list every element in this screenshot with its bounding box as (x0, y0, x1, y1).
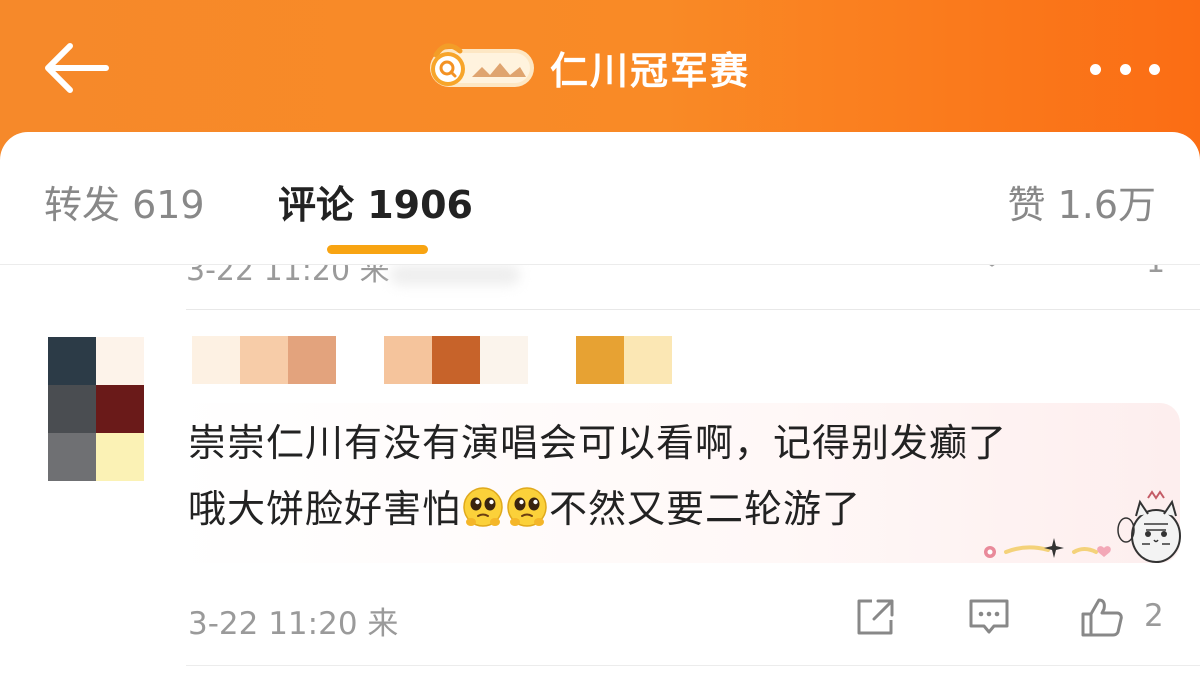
username-pixel (288, 336, 336, 384)
comment-footer: 3-22 11:20 来 2 (0, 590, 1200, 646)
previous-comment-meta: 3-22 11:20 来 (186, 265, 390, 289)
more-dots-icon (1149, 63, 1160, 75)
username-pixel (240, 336, 288, 384)
tab-repost[interactable]: 转发 619 (44, 174, 205, 229)
username-pixel (624, 336, 672, 384)
avatar-pixel (96, 337, 144, 385)
avatar[interactable] (48, 337, 144, 481)
avatar-pixel (48, 385, 96, 433)
avatar-pixel (96, 385, 144, 433)
previous-comment-time: 3-22 11:20 (186, 265, 351, 288)
username-pixel (384, 336, 432, 384)
page-title-group[interactable]: 仁川冠军赛 (426, 38, 750, 96)
comment-icon[interactable] (970, 265, 1014, 283)
avatar-pixel (48, 337, 96, 385)
username-pixel (192, 336, 240, 384)
more-dots-icon (1090, 63, 1101, 75)
pleading-face-icon (507, 487, 547, 527)
tab-bar: 转发 619 评论 1906 赞 1.6万 (0, 132, 1200, 265)
active-tab-indicator (327, 245, 428, 254)
blurred-source-name (390, 265, 520, 285)
username-pixel (480, 336, 528, 384)
username-pixelated[interactable] (192, 336, 672, 384)
share-icon[interactable] (856, 265, 900, 283)
share-icon[interactable] (854, 596, 898, 638)
avatar-pixel (48, 433, 96, 481)
comment-meta: 3-22 11:20 来 (188, 598, 398, 643)
comment-time: 3-22 11:20 (188, 606, 358, 642)
avatar-pixel (96, 433, 144, 481)
bottom-divider (186, 665, 1200, 666)
comment-line-1: 崇崇仁川有没有演唱会可以看啊，记得别发癫了 (188, 421, 1008, 465)
comment-text-part: 不然又要二轮游了 (549, 487, 862, 531)
thumbs-up-icon[interactable] (1082, 265, 1126, 283)
more-dots-icon (1119, 63, 1131, 75)
arrow-left-icon (45, 43, 109, 93)
comment-divider (186, 309, 1200, 310)
previous-like-count: 1 (1146, 265, 1165, 280)
thumbs-up-icon[interactable] (1080, 596, 1124, 638)
back-button[interactable] (40, 40, 110, 96)
page-title: 仁川冠军赛 (550, 48, 751, 93)
username-pixel (528, 336, 576, 384)
pleading-face-icon (463, 487, 503, 527)
comment-icon[interactable] (967, 596, 1011, 638)
cat-comment-bubble-decoration (984, 490, 1181, 563)
tab-comments[interactable]: 评论 1906 (278, 174, 473, 229)
username-pixel (576, 336, 624, 384)
previous-comment-footer: 3-22 11:20 来 1 (0, 265, 1200, 309)
username-pixel (432, 336, 480, 384)
comment-text-part: 哦大饼脸好害怕 (188, 487, 462, 531)
username-pixel (336, 336, 384, 384)
previous-comment-source: 来 (359, 265, 390, 288)
more-options-button[interactable] (1090, 60, 1160, 78)
like-count: 2 (1144, 598, 1164, 634)
super-topic-icon (430, 43, 534, 87)
comment-source: 来 (367, 606, 399, 642)
tab-likes[interactable]: 赞 1.6万 (1007, 174, 1156, 229)
